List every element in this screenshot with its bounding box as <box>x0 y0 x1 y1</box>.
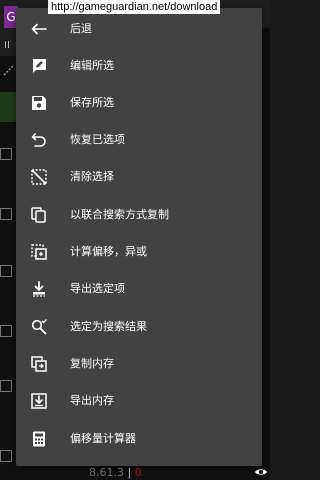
version-text: 8.61.3 <box>89 466 124 479</box>
menu-item-label: 以联合搜索方式复制 <box>70 207 169 221</box>
menu-item-clear-selection[interactable]: 清除选择 <box>16 158 262 195</box>
status-bar: 8.61.3 | 0 <box>89 466 142 480</box>
menu-item-restore-selected[interactable]: 恢复已选项 <box>16 121 262 158</box>
background-right-edge <box>262 28 270 468</box>
result-count: 0 <box>134 466 142 479</box>
pause-icon: II <box>4 40 10 51</box>
menu-item-label: 清除选择 <box>70 169 114 183</box>
menu-item-label: 后退 <box>70 21 92 35</box>
row-checkbox[interactable] <box>0 325 12 337</box>
row-checkbox[interactable] <box>0 265 12 277</box>
row-checkbox[interactable] <box>0 148 12 160</box>
menu-item-save-selected[interactable]: 保存所选 <box>16 84 262 121</box>
context-menu: 后退 编辑所选 保存所选 恢复已选项 清除选择 以联合搜索方式复制 计算偏移，异… <box>16 8 262 466</box>
copy-memory-icon <box>30 355 48 373</box>
search-result-icon <box>30 318 48 336</box>
menu-item-edit-selected[interactable]: 编辑所选 <box>16 47 262 84</box>
calculator-icon <box>30 430 48 448</box>
menu-item-back[interactable]: 后退 <box>16 10 262 47</box>
undo-icon <box>30 131 48 149</box>
menu-item-label: 偏移量计算器 <box>70 431 136 445</box>
menu-item-label: 导出选定项 <box>70 281 125 295</box>
row-checkbox[interactable] <box>0 208 12 220</box>
url-tooltip: http://gameguardian.net/download <box>48 0 221 14</box>
menu-item-label: 选定为搜索结果 <box>70 319 147 333</box>
menu-item-export-selected[interactable]: 导出选定项 <box>16 270 262 307</box>
edit-icon <box>30 57 48 75</box>
menu-item-copy-as-group-search[interactable]: 以联合搜索方式复制 <box>16 196 262 233</box>
clear-selection-icon <box>30 168 48 186</box>
row-checkbox[interactable] <box>0 450 12 462</box>
export-selected-icon <box>30 280 48 298</box>
menu-item-label: 复制内存 <box>70 356 114 370</box>
menu-item-select-as-search-results[interactable]: 选定为搜索结果 <box>16 308 262 345</box>
menu-item-label: 恢复已选项 <box>70 132 125 146</box>
menu-item-label: 保存所选 <box>70 95 114 109</box>
menu-item-label: 计算偏移，异或 <box>70 244 147 258</box>
menu-item-label: 导出内存 <box>70 393 114 407</box>
row-checkbox[interactable] <box>0 380 12 392</box>
menu-item-label: 编辑所选 <box>70 58 114 72</box>
selection-tool-icon <box>3 64 15 76</box>
offset-calc-icon <box>30 243 48 261</box>
export-memory-icon <box>30 392 48 410</box>
menu-item-offset-calculator[interactable]: 偏移量计算器 <box>16 420 262 457</box>
save-icon <box>30 94 48 112</box>
status-separator: | <box>127 466 132 479</box>
back-arrow-icon <box>30 20 48 38</box>
eye-icon[interactable] <box>254 465 268 479</box>
menu-item-calculate-offset-xor[interactable]: 计算偏移，异或 <box>16 233 262 270</box>
copy-icon <box>30 206 48 224</box>
menu-item-export-memory[interactable]: 导出内存 <box>16 382 262 419</box>
menu-item-copy-memory[interactable]: 复制内存 <box>16 345 262 382</box>
